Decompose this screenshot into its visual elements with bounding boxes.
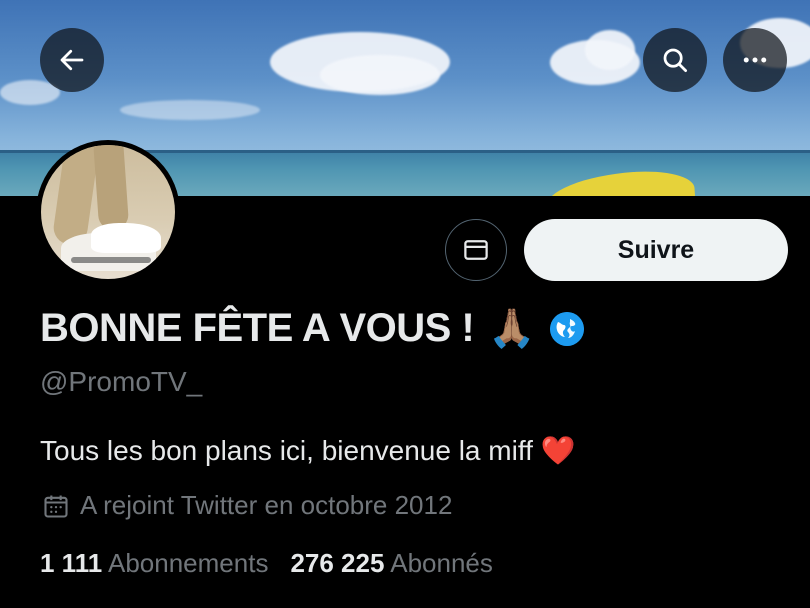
calendar-icon <box>44 495 68 518</box>
back-button[interactable] <box>40 28 104 92</box>
followers-link[interactable]: 276 225 Abonnés <box>290 548 492 579</box>
message-button[interactable] <box>445 219 507 281</box>
following-link[interactable]: 1 111 Abonnements <box>40 548 268 579</box>
joined-date: A rejoint Twitter en octobre 2012 <box>42 490 452 521</box>
envelope-icon <box>464 240 488 260</box>
following-label: Abonnements <box>108 548 269 578</box>
follow-button[interactable]: Suivre <box>524 219 788 281</box>
profile-handle: @PromoTV_ <box>40 366 203 397</box>
followers-count: 276 225 <box>290 548 385 578</box>
name-row: BONNE FÊTE A VOUS ! 🙏🏽 <box>40 306 584 351</box>
bio-text: Tous les bon plans ici, bienvenue la mif… <box>40 435 533 466</box>
more-icon <box>743 57 767 63</box>
profile-stats: 1 111 Abonnements 276 225 Abonnés <box>40 548 493 579</box>
praying-hands-emoji: 🙏🏽 <box>488 307 536 350</box>
profile-bio: Tous les bon plans ici, bienvenue la mif… <box>40 434 576 467</box>
arrow-left-icon <box>60 49 84 71</box>
globe-icon <box>549 311 584 346</box>
avatar-image <box>41 145 175 279</box>
more-button[interactable] <box>723 28 787 92</box>
avatar[interactable] <box>36 140 180 284</box>
search-icon <box>663 48 687 72</box>
joined-text: A rejoint Twitter en octobre 2012 <box>80 490 453 520</box>
followers-label: Abonnés <box>390 548 493 578</box>
search-button[interactable] <box>643 28 707 92</box>
display-name: BONNE FÊTE A VOUS ! <box>40 306 475 350</box>
following-count: 1 111 <box>40 548 103 578</box>
heart-emoji: ❤️ <box>540 435 576 466</box>
